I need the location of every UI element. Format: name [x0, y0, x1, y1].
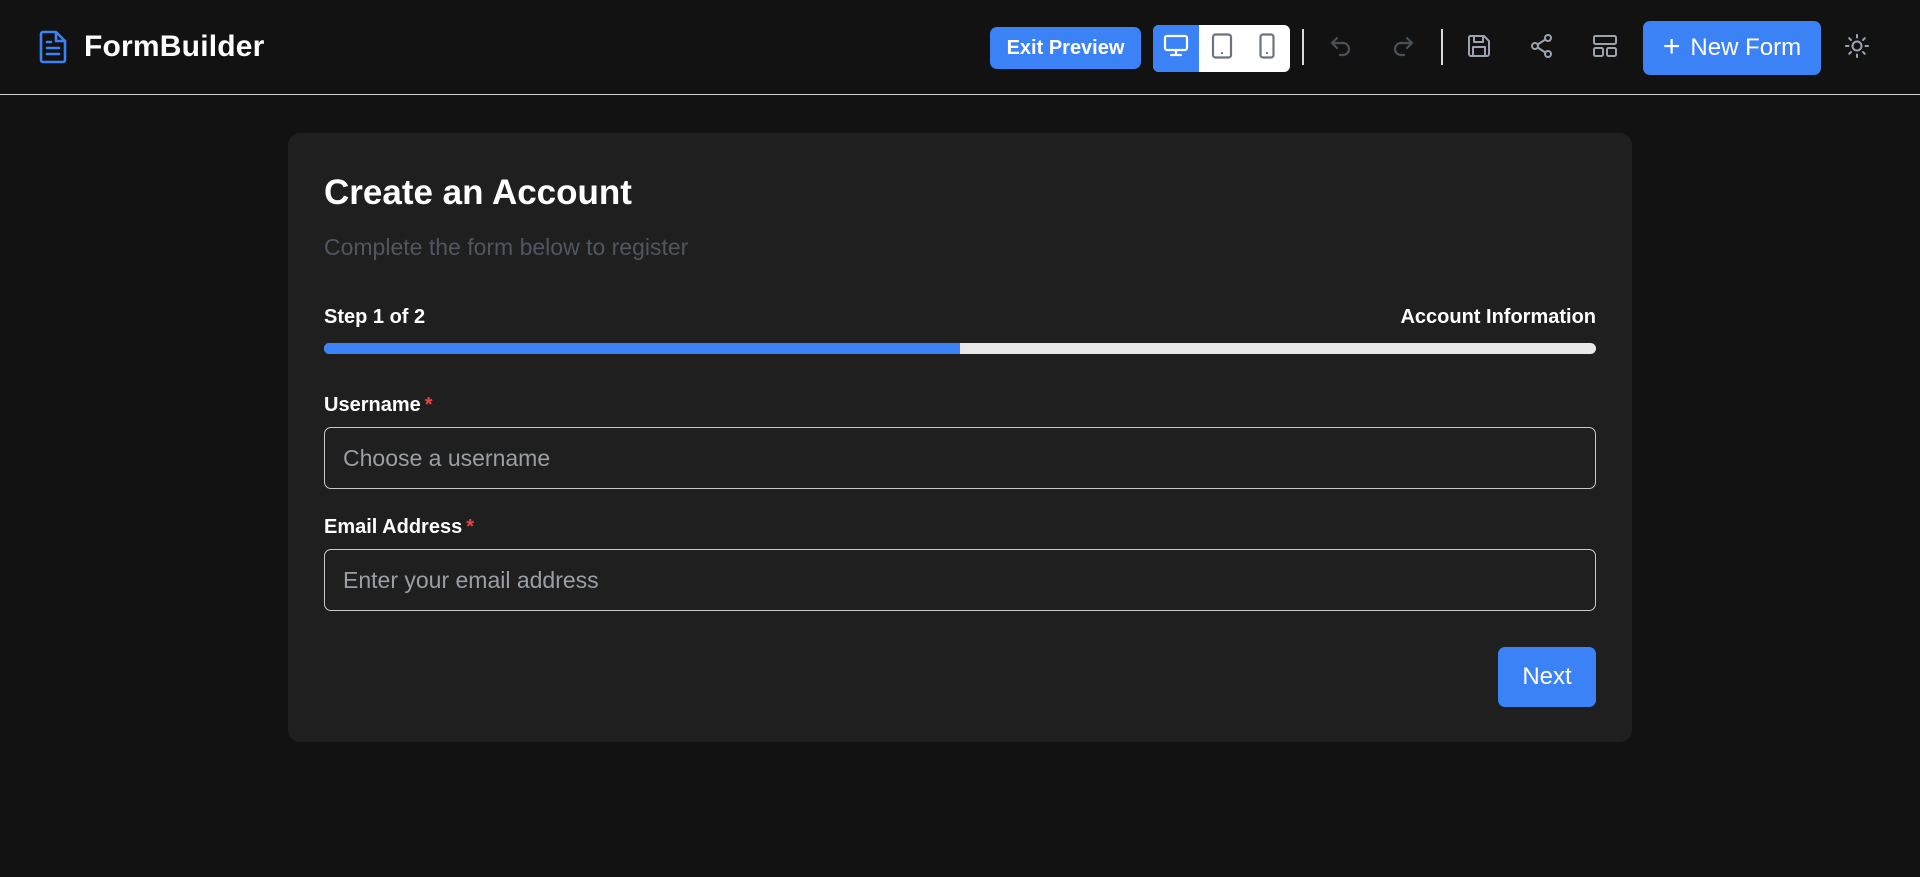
username-input[interactable] — [324, 427, 1596, 489]
tablet-view-button[interactable] — [1199, 25, 1244, 72]
device-toggle-group — [1153, 25, 1290, 72]
new-form-button[interactable]: + New Form — [1643, 21, 1821, 75]
form-card: Create an Account Complete the form belo… — [288, 133, 1632, 742]
sun-icon — [1844, 33, 1870, 64]
email-label-text: Email Address — [324, 516, 463, 538]
form-title: Create an Account — [324, 173, 632, 212]
email-input[interactable] — [324, 549, 1596, 611]
exit-preview-button[interactable]: Exit Preview — [990, 27, 1141, 69]
undo-button[interactable] — [1325, 32, 1357, 64]
required-marker: * — [424, 394, 433, 416]
redo-icon — [1390, 33, 1416, 64]
desktop-icon — [1163, 34, 1189, 63]
plus-icon: + — [1662, 29, 1681, 63]
top-bar: FormBuilder Exit Preview + New Form — [0, 0, 1920, 95]
step-indicator: Step 1 of 2 — [324, 306, 426, 328]
desktop-view-button[interactable] — [1153, 25, 1199, 72]
redo-button[interactable] — [1387, 32, 1419, 64]
share-button[interactable] — [1526, 32, 1558, 64]
save-button[interactable] — [1463, 32, 1495, 64]
new-form-label: New Form — [1690, 34, 1802, 61]
username-label: Username * — [324, 394, 433, 417]
app-title: FormBuilder — [84, 30, 265, 63]
progress-bar — [324, 343, 1596, 354]
theme-toggle-button[interactable] — [1841, 32, 1873, 64]
toolbar-divider — [1441, 29, 1443, 65]
next-button[interactable]: Next — [1498, 647, 1596, 707]
layout-button[interactable] — [1589, 32, 1621, 64]
step-name: Account Information — [1400, 306, 1596, 328]
required-marker: * — [466, 516, 474, 538]
document-icon — [38, 30, 68, 64]
form-subtitle: Complete the form below to register — [324, 234, 689, 260]
save-icon — [1466, 33, 1492, 64]
mobile-icon — [1258, 33, 1276, 64]
share-icon — [1529, 33, 1555, 64]
toolbar-divider — [1302, 29, 1304, 65]
undo-icon — [1328, 33, 1354, 64]
username-label-text: Username — [324, 394, 421, 416]
layout-icon — [1592, 33, 1618, 64]
brand: FormBuilder — [38, 30, 265, 64]
tablet-icon — [1211, 33, 1233, 64]
progress-fill — [324, 343, 960, 354]
email-label: Email Address * — [324, 516, 474, 539]
mobile-view-button[interactable] — [1244, 25, 1289, 72]
